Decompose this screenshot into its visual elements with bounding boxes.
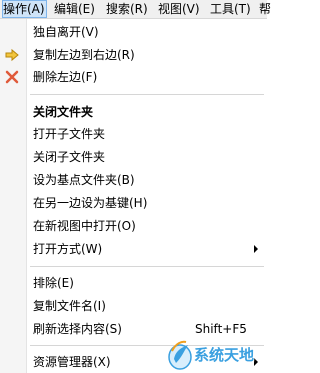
menu-item-set-base-folder[interactable]: 设为基点文件夹(B) [0,169,267,191]
menu-item-copy-left-to-right[interactable]: 复制左边到右边(R) [0,44,267,66]
menu-item-copy-filename[interactable]: 复制文件名(I) [0,295,267,317]
menu-separator [30,94,264,95]
menu-item-label: 删除左边(F) [33,70,98,84]
menubar-item-action[interactable]: 操作(A) [2,0,47,18]
menu-item-label: 打开方式(W) [33,242,103,256]
menu-item-set-base-other-side[interactable]: 在另一边设为基键(H) [0,192,267,214]
delete-x-icon [5,70,19,84]
menu-item-label: 设为基点文件夹(B) [33,173,135,187]
submenu-arrow-icon [254,245,258,253]
menu-separator [30,266,264,267]
menubar-item-tools[interactable]: 工具(T) [210,0,251,18]
menu-item-label: 刷新选择内容(S) [33,322,122,336]
menu-item-label: 资源管理器(X) [33,355,111,369]
menu-item-exclude[interactable]: 排除(E) [0,272,267,294]
menubar-item-view[interactable]: 视图(V) [158,0,200,18]
watermark: 系统天地 [164,337,267,373]
menubar-item-search[interactable]: 搜索(R) [106,0,148,18]
menu-item-go-solo[interactable]: 独自离开(V) [0,21,267,43]
menubar-item-edit[interactable]: 编辑(E) [54,0,95,18]
menu-item-close-subfolders[interactable]: 关闭子文件夹 [0,146,267,168]
watermark-text: 系统天地 [194,346,255,364]
menu-item-close-folder[interactable]: 关闭文件夹 [0,101,267,123]
menu-item-label: 复制文件名(I) [33,299,106,313]
menu-item-label: 关闭子文件夹 [33,150,106,164]
menu-item-delete-left[interactable]: 删除左边(F) [0,66,267,88]
menu-bar: 操作(A) 编辑(E) 搜索(R) 视图(V) 工具(T) 帮 [0,0,271,19]
menu-item-label: 排除(E) [33,276,74,290]
action-dropdown-menu: 独自离开(V) 复制左边到右边(R) 删除左边(F) 关闭文件夹 打开子文件夹 … [0,19,267,373]
menu-item-label: 复制左边到右边(R) [33,48,135,62]
menu-item-label: 关闭文件夹 [33,105,94,119]
watermark-logo-icon [168,340,192,370]
arrow-right-icon [5,48,19,62]
menu-item-label: 独自离开(V) [33,25,99,39]
menu-item-label: 在另一边设为基键(H) [33,196,148,210]
menu-item-label: 打开子文件夹 [33,127,106,141]
menu-item-label: 在新视图中打开(O) [33,219,136,233]
menubar-item-help[interactable]: 帮 [259,0,271,18]
menu-item-open-with[interactable]: 打开方式(W) [0,238,267,260]
menu-item-open-in-new-view[interactable]: 在新视图中打开(O) [0,215,267,237]
menu-item-open-subfolders[interactable]: 打开子文件夹 [0,123,267,145]
